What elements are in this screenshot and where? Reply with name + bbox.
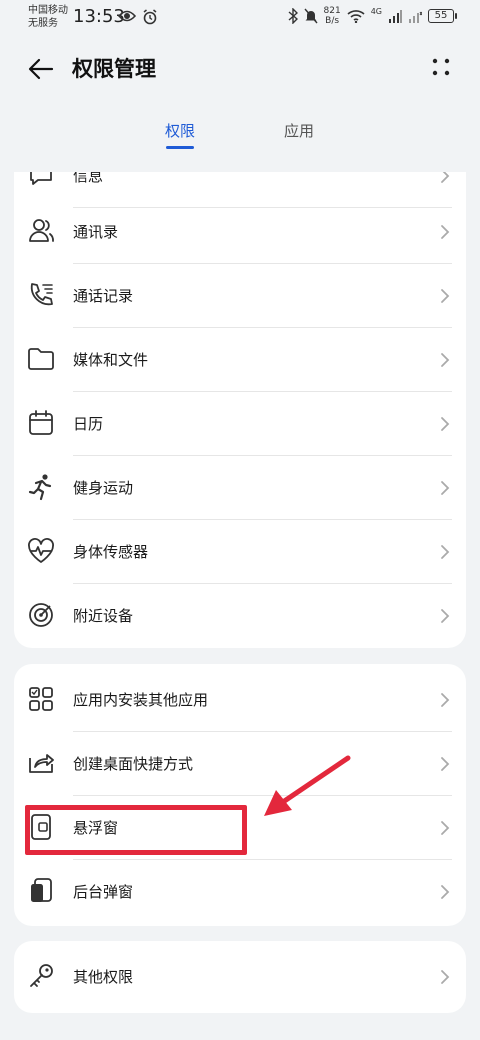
permission-label: 其他权限 bbox=[73, 968, 134, 986]
chevron-right-icon bbox=[441, 289, 450, 303]
permission-row-calendar[interactable]: 日历 bbox=[14, 392, 466, 456]
mute-bell-icon bbox=[303, 8, 318, 24]
permissions-card-special: 应用内安装其他应用 创建桌面快捷方式 悬浮窗 后台弹窗 bbox=[14, 664, 466, 926]
bluetooth-icon bbox=[288, 8, 298, 24]
permission-label: 身体传感器 bbox=[73, 543, 149, 561]
permission-row-body-sensors[interactable]: 身体传感器 bbox=[14, 520, 466, 584]
chevron-right-icon bbox=[441, 821, 450, 835]
permission-row-call-log[interactable]: 通话记录 bbox=[14, 264, 466, 328]
permission-row-nearby-devices[interactable]: 附近设备 bbox=[14, 584, 466, 648]
calendar-icon bbox=[26, 408, 56, 438]
chevron-right-icon bbox=[441, 417, 450, 431]
chevron-right-icon bbox=[441, 757, 450, 771]
chevron-right-icon bbox=[441, 353, 450, 367]
status-icons-right: 821 B/s 4G 55 bbox=[288, 6, 457, 26]
permission-row-install-apps[interactable]: 应用内安装其他应用 bbox=[14, 668, 466, 732]
permission-label: 通讯录 bbox=[73, 223, 119, 241]
permission-label: 创建桌面快捷方式 bbox=[73, 755, 194, 773]
chevron-right-icon bbox=[441, 970, 450, 984]
permission-row-desktop-shortcut[interactable]: 创建桌面快捷方式 bbox=[14, 732, 466, 796]
permission-label: 附近设备 bbox=[73, 607, 134, 625]
call-log-icon bbox=[26, 280, 56, 310]
permission-label: 后台弹窗 bbox=[73, 883, 134, 901]
more-dots-icon bbox=[432, 58, 450, 76]
nearby-devices-icon bbox=[26, 600, 56, 630]
battery-indicator: 55 bbox=[428, 9, 457, 23]
shortcut-icon bbox=[26, 748, 56, 778]
page-title: 权限管理 bbox=[72, 57, 156, 81]
permission-label: 应用内安装其他应用 bbox=[73, 691, 209, 709]
status-icons-left bbox=[118, 9, 158, 25]
chevron-right-icon bbox=[441, 609, 450, 623]
chevron-right-icon bbox=[441, 693, 450, 707]
chevron-right-icon bbox=[441, 172, 450, 183]
signal-icon-secondary bbox=[409, 11, 422, 23]
permission-label: 日历 bbox=[73, 415, 104, 433]
key-icon bbox=[26, 961, 56, 991]
annotation-arrow-icon bbox=[264, 755, 351, 816]
permission-label: 媒体和文件 bbox=[73, 351, 149, 369]
heart-rate-icon bbox=[26, 536, 56, 566]
permission-label: 通话记录 bbox=[73, 287, 134, 305]
service-status: 无服务 bbox=[28, 18, 58, 29]
running-icon bbox=[26, 472, 56, 502]
eye-icon bbox=[118, 10, 136, 22]
network-speed-value: 821 bbox=[323, 6, 341, 16]
permissions-card-other: 其他权限 bbox=[14, 941, 466, 1013]
background-popup-icon bbox=[26, 876, 56, 906]
chevron-right-icon bbox=[441, 225, 450, 239]
chevron-right-icon bbox=[441, 545, 450, 559]
network-speed: 821 B/s bbox=[324, 6, 341, 26]
network-speed-unit: B/s bbox=[325, 16, 340, 26]
permission-row-fitness[interactable]: 健身运动 bbox=[14, 456, 466, 520]
annotation-highlight-box bbox=[25, 805, 247, 855]
tab-indicator bbox=[166, 146, 194, 149]
arrow-left-icon bbox=[28, 58, 54, 80]
chevron-right-icon bbox=[441, 885, 450, 899]
alarm-icon bbox=[143, 9, 157, 25]
carrier-name: 中国移动 bbox=[28, 5, 68, 16]
permission-row-other[interactable]: 其他权限 bbox=[14, 945, 466, 1009]
tab-permissions[interactable]: 权限 bbox=[165, 120, 195, 142]
install-apps-icon bbox=[26, 684, 56, 714]
tab-apps[interactable]: 应用 bbox=[284, 120, 314, 142]
permissions-card-primary: 信息 通讯录 通话记录 媒体和文件 日历 健身运动 身体传感器 附近设备 bbox=[14, 172, 466, 648]
more-options-button[interactable] bbox=[432, 56, 450, 82]
signal-icon bbox=[389, 10, 402, 23]
carrier-info: 中国移动 无服务 bbox=[28, 4, 68, 30]
permission-row-media[interactable]: 媒体和文件 bbox=[14, 328, 466, 392]
back-button[interactable] bbox=[26, 54, 56, 84]
chevron-right-icon bbox=[441, 481, 450, 495]
network-type: 4G bbox=[370, 6, 382, 16]
permission-row-contacts[interactable]: 通讯录 bbox=[14, 200, 466, 264]
permission-label: 健身运动 bbox=[73, 479, 134, 497]
contacts-icon bbox=[26, 216, 56, 246]
message-icon bbox=[26, 172, 56, 190]
status-bar: 中国移动 无服务 13:53 821 B/s 4G 55 bbox=[0, 0, 480, 36]
folder-icon bbox=[26, 344, 56, 374]
wifi-icon bbox=[347, 10, 365, 23]
permission-row-background-popup[interactable]: 后台弹窗 bbox=[14, 860, 466, 924]
permission-label: 信息 bbox=[73, 172, 104, 185]
